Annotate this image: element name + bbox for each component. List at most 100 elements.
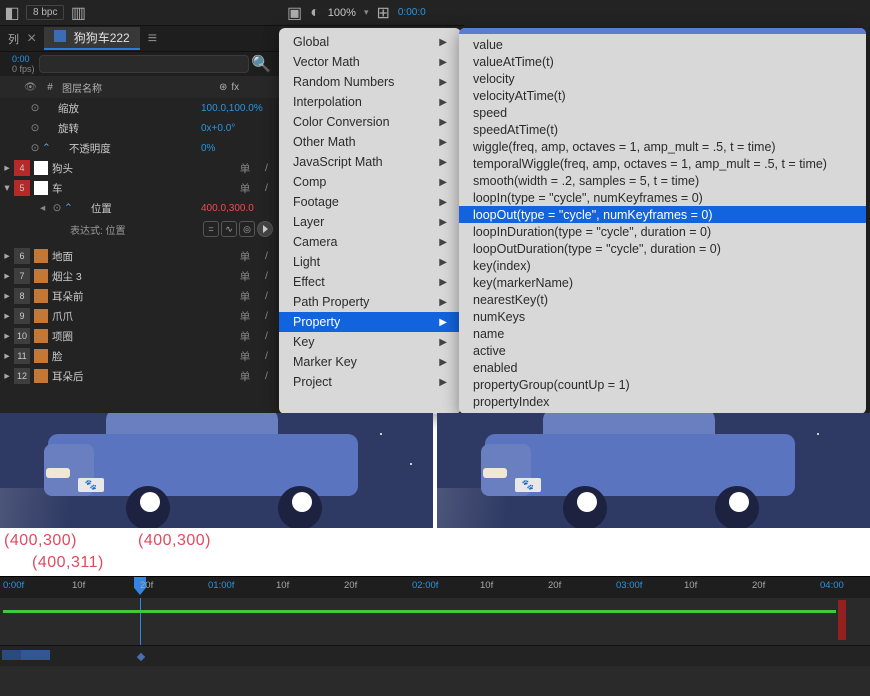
display-icon[interactable]: ▣ [287,3,302,23]
submenu-item[interactable]: smooth(width = .2, samples = 5, t = time… [459,172,866,189]
submenu-item[interactable]: key(markerName) [459,274,866,291]
layer-name[interactable]: 狗头 [52,161,225,176]
ruler-tick: 20f [548,580,561,591]
submenu-item[interactable]: name [459,325,866,342]
menu-item-javascript-math[interactable]: JavaScript Math▶ [279,152,461,172]
timeline-ruler[interactable]: 0:00f10f20f01:00f10f20f02:00f10f20f03:00… [0,576,870,598]
ruler-tick: 10f [480,580,493,591]
stopwatch-icon[interactable]: ⊙ [28,102,42,114]
stopwatch-icon[interactable]: ⊙ [28,142,42,154]
close-panel-icon[interactable]: × [27,30,36,48]
expression-category-menu[interactable]: Global▶Vector Math▶Random Numbers▶Interp… [279,28,461,414]
menu-item-footage[interactable]: Footage▶ [279,192,461,212]
viewer-grid-icon[interactable]: ⊞ [376,3,389,23]
submenu-item[interactable]: loopOutDuration(type = "cycle", duration… [459,240,866,257]
ruler-tick: 20f [140,580,153,591]
work-area-bar[interactable] [3,610,836,613]
menu-item-project[interactable]: Project▶ [279,372,461,392]
property-row-opacity[interactable]: ⊙ ⌃ 不透明度 0% [0,138,279,158]
menu-item-key[interactable]: Key▶ [279,332,461,352]
expression-equals-icon[interactable]: = [203,221,219,237]
menu-item-global[interactable]: Global▶ [279,32,461,52]
layer-name[interactable]: 车 [52,181,225,196]
timeline-track-area[interactable] [0,598,870,646]
menu-item-camera[interactable]: Camera▶ [279,232,461,252]
comp-end-marker [838,600,846,640]
submenu-item[interactable]: nearestKey(t) [459,291,866,308]
layer-row-5[interactable]: ▾ 5 车 单 / [0,178,279,198]
layer-row-4[interactable]: ▸ 4 狗头 单 / [0,158,279,178]
expression-property-submenu[interactable]: valuevalueAtTime(t)velocityvelocityAtTim… [459,28,866,414]
submenu-item[interactable]: numKeys [459,308,866,325]
layer-search-input[interactable] [39,55,250,73]
switch-pin[interactable]: 单 [225,161,265,176]
layer-row-10[interactable]: ▸ 10 项圈 单 / [0,326,279,346]
submenu-item[interactable]: value [459,36,866,53]
menu-item-random-numbers[interactable]: Random Numbers▶ [279,72,461,92]
submenu-item[interactable]: loopOut(type = "cycle", numKeyframes = 0… [459,206,866,223]
submenu-item[interactable]: velocityAtTime(t) [459,87,866,104]
layer-row-9[interactable]: ▸ 9 爪爪 单 / [0,306,279,326]
viewer-time[interactable]: 0:00:0 [398,7,426,18]
stopwatch-icon[interactable]: ⊙ [50,202,64,214]
ruler-tick: 20f [752,580,765,591]
property-row-scale[interactable]: ⊙ 缩放 100.0,100.0% [0,98,279,118]
menu-item-color-conversion[interactable]: Color Conversion▶ [279,112,461,132]
tab-menu-icon[interactable]: ≡ [148,30,157,48]
expand-toggle[interactable]: ▾ [0,182,14,194]
menu-item-marker-key[interactable]: Marker Key▶ [279,352,461,372]
submenu-item[interactable]: propertyIndex [459,393,866,410]
fx-icon[interactable]: fx [231,82,239,93]
property-row-position[interactable]: ◂ ⊙ ⌃ 位置 400.0,300.0 [0,198,279,218]
submenu-item[interactable]: propertyGroup(countUp = 1) [459,376,866,393]
bpc-badge[interactable]: 8 bpc [26,5,64,20]
submenu-item[interactable]: speedAtTime(t) [459,121,866,138]
menu-item-path-property[interactable]: Path Property▶ [279,292,461,312]
quick-preview-icon[interactable]: ◧ [4,5,20,21]
mask-icon[interactable]: ◐ [310,4,320,22]
submenu-item[interactable]: enabled [459,359,866,376]
expression-menu-icon[interactable] [257,221,273,237]
expression-whip-icon[interactable]: ◎ [239,221,255,237]
submenu-item[interactable]: loopInDuration(type = "cycle", duration … [459,223,866,240]
zoom-dropdown[interactable]: 100% [328,7,356,19]
folder-icon[interactable]: ▥ [70,5,86,21]
menu-item-effect[interactable]: Effect▶ [279,272,461,292]
menu-item-vector-math[interactable]: Vector Math▶ [279,52,461,72]
coord-a: (400,300) [4,532,77,550]
submenu-item[interactable]: speed [459,104,866,121]
timecode-display[interactable]: 0:00 0 fps) [8,54,39,74]
submenu-item[interactable]: loopIn(type = "cycle", numKeyframes = 0) [459,189,866,206]
ruler-tick: 04:00 [820,580,844,591]
submenu-item[interactable]: valueAtTime(t) [459,53,866,70]
expression-graph-icon[interactable]: ∿ [221,221,237,237]
submenu-item[interactable]: active [459,342,866,359]
switch-pin[interactable]: 单 [225,181,265,196]
comp-tab-active[interactable]: 狗狗车222 [44,27,139,50]
layer-row-7[interactable]: ▸ 7 烟尘 3 单 / [0,266,279,286]
submenu-item[interactable]: temporalWiggle(freq, amp, octaves = 1, a… [459,155,866,172]
layer-color-swatch[interactable] [34,161,48,175]
timeline-navigator[interactable] [0,646,870,666]
layer-row-6[interactable]: ▸ 6 地面 单 / [0,246,279,266]
stopwatch-icon[interactable]: ⊙ [28,122,42,134]
submenu-item[interactable]: key(index) [459,257,866,274]
submenu-item[interactable]: wiggle(freq, amp, octaves = 1, amp_mult … [459,138,866,155]
menu-item-comp[interactable]: Comp▶ [279,172,461,192]
layer-color-swatch[interactable] [34,181,48,195]
submenu-item[interactable]: velocity [459,70,866,87]
menu-item-interpolation[interactable]: Interpolation▶ [279,92,461,112]
navigator-handle[interactable] [2,650,50,660]
layer-row-12[interactable]: ▸ 12 耳朵后 单 / [0,366,279,386]
property-row-rotation[interactable]: ⊙ 旋转 0x+0.0° [0,118,279,138]
menu-item-other-math[interactable]: Other Math▶ [279,132,461,152]
menu-item-property[interactable]: Property▶ [279,312,461,332]
expand-toggle[interactable]: ▸ [0,162,14,174]
eye-column-icon[interactable]: 👁 [24,82,38,93]
keyframe-diamond-icon[interactable] [137,653,145,661]
menu-item-layer[interactable]: Layer▶ [279,212,461,232]
shy-icon[interactable]: ⊛ [219,82,227,93]
layer-row-8[interactable]: ▸ 8 耳朵前 单 / [0,286,279,306]
menu-item-light[interactable]: Light▶ [279,252,461,272]
layer-row-11[interactable]: ▸ 11 脸 单 / [0,346,279,366]
